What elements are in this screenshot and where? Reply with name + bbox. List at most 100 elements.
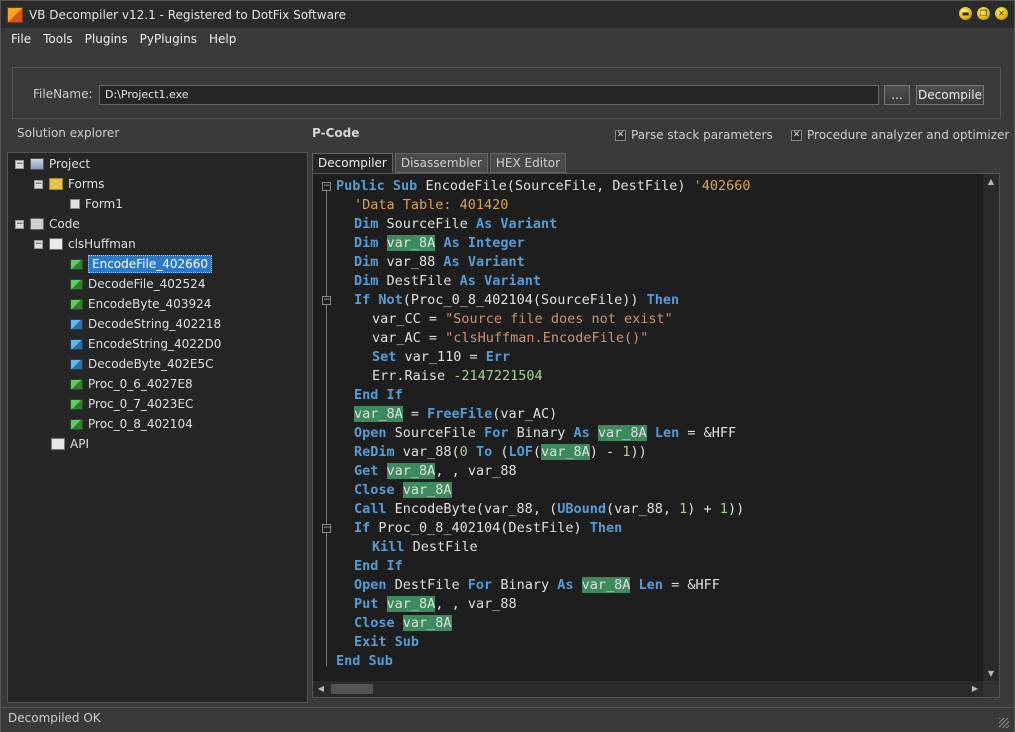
scroll-right-icon[interactable]: ▶ — [967, 681, 983, 697]
browse-button[interactable]: ... — [884, 85, 910, 105]
code-token: Sub — [394, 634, 420, 650]
tree-node-function[interactable]: Proc_0_7_4023EC — [70, 395, 193, 413]
code-token: Sub — [392, 178, 418, 194]
code-token: ) - — [589, 444, 623, 460]
checkbox-check-icon[interactable]: ✕ — [615, 129, 626, 141]
main-window: VB Decompiler v12.1 - Registered to DotF… — [0, 0, 1015, 732]
tree-label: Forms — [68, 177, 105, 191]
code-token: Dim — [354, 254, 379, 270]
code-token: "Source file does not exist" — [445, 311, 673, 327]
tree-node-function[interactable]: EncodeFile_402660 — [70, 255, 213, 273]
code-token: "clsHuffman.EncodeFile()" — [445, 330, 649, 346]
code-token: Variant — [500, 216, 558, 232]
tree-node-class[interactable]: − clsHuffman — [34, 235, 136, 253]
tree-label: Project — [49, 157, 91, 171]
tree-node-function[interactable]: EncodeByte_403924 — [70, 295, 211, 313]
tree-node-function[interactable]: EncodeString_4022D0 — [70, 335, 221, 353]
tree-label: Code — [49, 217, 80, 231]
filename-input[interactable]: D:\Project1.exe — [99, 85, 879, 105]
fold-collapse-icon[interactable]: − — [322, 296, 331, 305]
tree-node-function[interactable]: Proc_0_8_402104 — [70, 415, 193, 433]
collapse-icon[interactable]: − — [15, 219, 24, 229]
scroll-down-icon[interactable]: ▼ — [983, 666, 999, 682]
tree-label: Proc_0_6_4027E8 — [88, 377, 193, 391]
scroll-up-icon[interactable]: ▲ — [983, 174, 999, 190]
code-token: DestFile — [404, 539, 478, 555]
tree-node-function[interactable]: DecodeByte_402E5C — [70, 355, 213, 373]
code-token: EncodeByte(var_88, ( — [386, 501, 558, 517]
tree-node-form1[interactable]: Form1 — [70, 195, 123, 213]
parse-stack-checkbox[interactable]: ✕ Parse stack parameters — [615, 128, 773, 142]
code-editor[interactable]: − − − Public Sub EncodeFile(SourceFile, … — [312, 173, 1000, 698]
tree-label: DecodeString_402218 — [88, 317, 222, 331]
code-token: (var_88, — [605, 501, 680, 517]
code-token: , , var_88 — [435, 463, 517, 479]
code-token: Binary — [492, 577, 558, 593]
tab-hex-editor[interactable]: HEX Editor — [489, 153, 567, 173]
fold-gutter: − − − — [313, 174, 335, 682]
analyzer-checkbox[interactable]: ✕ Procedure analyzer and optimizer — [791, 128, 1009, 142]
code-line: If Not(Proc_0_8_402104(SourceFile)) Then — [354, 291, 679, 310]
code-token: var_AC = — [372, 330, 446, 346]
checkbox-check-icon[interactable]: ✕ — [791, 129, 802, 141]
tree-node-forms[interactable]: − Forms — [34, 175, 104, 193]
minimize-button[interactable]: ▬ — [959, 7, 972, 20]
resize-grip-icon[interactable] — [999, 718, 1009, 728]
collapse-icon[interactable]: − — [34, 179, 43, 189]
code-token: Get — [354, 463, 379, 479]
tree-node-code[interactable]: − Code — [15, 215, 80, 233]
horizontal-scrollbar[interactable]: ◀ ▶ — [313, 681, 983, 697]
function-icon — [70, 418, 83, 430]
tree-node-function[interactable]: DecodeFile_402524 — [70, 275, 205, 293]
tree-node-project[interactable]: − Project — [15, 155, 90, 173]
code-line: Exit Sub — [354, 633, 419, 652]
scroll-left-icon[interactable]: ◀ — [313, 681, 329, 697]
function-icon — [70, 398, 83, 410]
code-token: For — [467, 577, 493, 593]
restore-button[interactable]: ❐ — [977, 7, 990, 20]
code-token: DestFile — [386, 577, 468, 593]
function-icon — [70, 338, 83, 350]
project-icon — [30, 158, 44, 170]
menu-plugins[interactable]: Plugins — [79, 32, 134, 46]
collapse-icon[interactable]: − — [15, 159, 24, 169]
tree-node-function[interactable]: Proc_0_6_4027E8 — [70, 375, 193, 393]
fold-collapse-icon[interactable]: − — [322, 524, 331, 533]
code-token: Len — [654, 425, 680, 441]
tab-decompiler[interactable]: Decompiler — [312, 153, 393, 173]
code-line: Open SourceFile For Binary As var_8A Len… — [354, 424, 736, 443]
code-token: var_8A — [541, 444, 590, 460]
code-token: Err.Raise — [372, 368, 454, 384]
code-token: SourceFile — [386, 425, 485, 441]
close-button[interactable]: ✕ — [995, 7, 1008, 20]
menu-file[interactable]: File — [5, 32, 37, 46]
code-token: Integer — [467, 235, 525, 251]
code-token: var_88( — [394, 444, 460, 460]
code-token: '402660 — [693, 178, 751, 194]
code-token: ) + — [687, 501, 720, 517]
menu-tools[interactable]: Tools — [37, 32, 79, 46]
menu-pyplugins[interactable]: PyPlugins — [134, 32, 203, 46]
code-token: Binary — [508, 425, 574, 441]
horizontal-scroll-thumb[interactable] — [331, 684, 373, 694]
tree-node-function[interactable]: DecodeString_402218 — [70, 315, 221, 333]
function-icon — [70, 278, 83, 290]
decompile-button[interactable]: Decompile — [916, 85, 984, 105]
code-line: Close var_8A — [354, 614, 452, 633]
menu-bar: File Tools Plugins PyPlugins Help — [1, 28, 1014, 50]
tab-disassembler[interactable]: Disassembler — [394, 153, 488, 173]
fold-collapse-icon[interactable]: − — [322, 182, 331, 191]
tree-label: API — [70, 437, 89, 451]
vertical-scrollbar[interactable]: ▲ ▼ — [983, 174, 999, 682]
menu-help[interactable]: Help — [203, 32, 242, 46]
code-token: Variant — [484, 273, 541, 289]
collapse-icon[interactable]: − — [34, 239, 43, 249]
title-bar[interactable]: VB Decompiler v12.1 - Registered to DotF… — [1, 1, 1014, 28]
tree-node-api[interactable]: API — [51, 435, 89, 453]
code-line: End If — [354, 386, 403, 405]
pcode-label: P-Code — [312, 126, 360, 140]
